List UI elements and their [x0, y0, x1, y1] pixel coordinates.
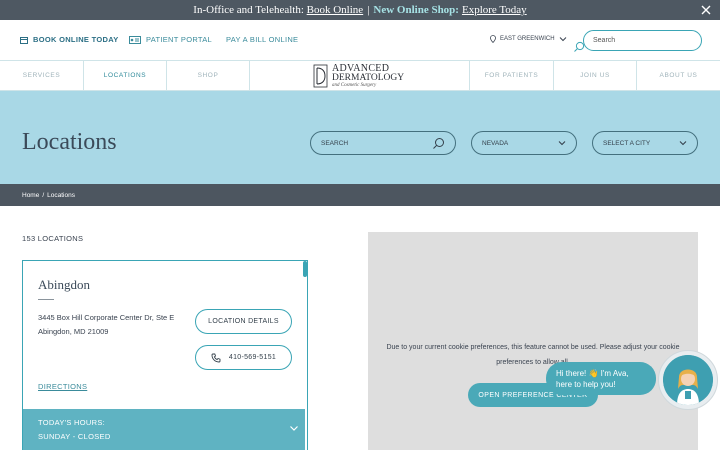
location-address: 3445 Box Hill Corporate Center Dr, Ste E…: [38, 311, 183, 339]
main-nav: SERVICES LOCATIONS SHOP ADVANCED DERMATO…: [0, 60, 720, 91]
chat-avatar[interactable]: [658, 350, 718, 410]
logo-mark-icon: [313, 64, 329, 88]
banner-lead: In-Office and Telehealth:: [193, 4, 304, 16]
breadcrumb-home[interactable]: Home: [22, 192, 39, 199]
location-details-label: LOCATION DETAILS: [208, 318, 279, 325]
nav-services[interactable]: SERVICES: [0, 61, 84, 90]
page-title: Locations: [22, 129, 117, 155]
chevron-down-icon: [559, 36, 567, 42]
nav-shop[interactable]: SHOP: [167, 61, 250, 90]
locations-hero: Locations SEARCH NEVADA SELECT A CITY: [0, 91, 720, 184]
logo-line-2: DERMATOLOGY: [332, 72, 405, 83]
assistant-avatar-icon: [663, 355, 713, 405]
nav-join-us[interactable]: JOIN US: [553, 61, 636, 90]
breadcrumb: Home / Locations: [0, 184, 720, 206]
phone-number: 410-569-5151: [228, 354, 277, 361]
city-select[interactable]: SELECT A CITY: [592, 131, 698, 155]
nav-about-us[interactable]: ABOUT US: [636, 61, 720, 90]
phone-icon: [211, 353, 221, 363]
location-card: Abingdon 3445 Box Hill Corporate Center …: [22, 260, 308, 450]
pay-bill-label: PAY A BILL ONLINE: [226, 35, 299, 44]
pay-bill-link[interactable]: PAY A BILL ONLINE: [226, 35, 298, 44]
new-shop-label: New Online Shop:: [373, 4, 459, 16]
promo-banner: In-Office and Telehealth: Book Online | …: [0, 0, 720, 20]
site-logo[interactable]: ADVANCED DERMATOLOGY and Cosmetic Surger…: [313, 63, 409, 89]
card-scrollbar[interactable]: [303, 261, 307, 277]
nav-for-patients[interactable]: FOR PATIENTS: [469, 61, 553, 90]
book-online-link[interactable]: Book Online: [307, 4, 364, 16]
calendar-icon: [20, 36, 28, 44]
city-select-value: SELECT A CITY: [603, 139, 651, 147]
phone-button[interactable]: 410-569-5151: [195, 345, 292, 370]
id-card-icon: [129, 35, 141, 44]
map-pin-icon: [490, 35, 496, 43]
nav-locations[interactable]: LOCATIONS: [84, 61, 167, 90]
state-select-value: NEVADA: [482, 139, 509, 147]
title-divider: [38, 299, 54, 300]
location-search-placeholder: SEARCH: [321, 139, 349, 147]
location-name: Abingdon: [38, 277, 90, 292]
breadcrumb-separator: /: [42, 191, 45, 199]
location-selector-label: EAST GREENWICH: [500, 36, 555, 42]
patient-portal-label: PATIENT PORTAL: [146, 35, 213, 44]
close-icon[interactable]: [700, 4, 712, 16]
logo-line-3: and Cosmetic Surgery: [332, 83, 377, 89]
book-online-today-label: BOOK ONLINE TODAY: [33, 35, 119, 44]
breadcrumb-current: Locations: [47, 191, 75, 199]
patient-portal-link[interactable]: PATIENT PORTAL: [129, 35, 212, 44]
directions-link[interactable]: DIRECTIONS: [38, 382, 87, 391]
book-online-today-link[interactable]: BOOK ONLINE TODAY: [20, 35, 119, 44]
location-selector[interactable]: EAST GREENWICH: [490, 35, 567, 43]
hours-toggle[interactable]: TODAY'S HOURS: SUNDAY - CLOSED: [23, 409, 305, 450]
explore-today-link[interactable]: Explore Today: [462, 4, 527, 16]
address-line-1: 3445 Box Hill Corporate Center Dr, Ste E: [38, 313, 175, 322]
banner-separator: |: [367, 4, 370, 16]
header-search-input[interactable]: Search: [574, 30, 702, 52]
hours-value: SUNDAY - CLOSED: [38, 432, 111, 441]
header-search-placeholder: Search: [593, 37, 616, 44]
address-line-2: Abingdon, MD 21009: [38, 327, 109, 336]
location-details-button[interactable]: LOCATION DETAILS: [195, 309, 292, 334]
chat-greeting-bubble[interactable]: Hi there! 👋 I'm Ava, here to help you!: [546, 362, 656, 395]
location-search-input[interactable]: SEARCH: [310, 131, 456, 155]
utility-bar: BOOK ONLINE TODAY PATIENT PORTAL PAY A B…: [0, 20, 720, 60]
hours-label: TODAY'S HOURS:: [38, 418, 106, 427]
map-placeholder: Due to your current cookie preferences, …: [368, 232, 698, 450]
state-select[interactable]: NEVADA: [471, 131, 577, 155]
locations-count: 153 LOCATIONS: [22, 234, 84, 243]
